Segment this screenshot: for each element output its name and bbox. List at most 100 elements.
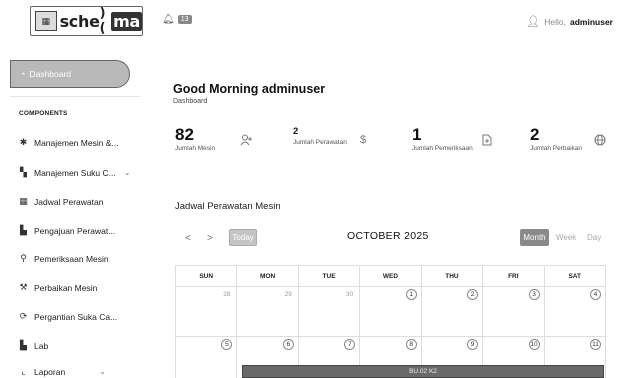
day-number: 3 <box>528 289 540 300</box>
chevron-down-icon[interactable]: ⌄ <box>124 168 131 177</box>
day-number: 1 <box>405 289 417 300</box>
weekday-label: MON <box>236 266 297 286</box>
calendar-month-title: OCTOBER 2025 <box>347 230 429 242</box>
chevron-down-icon[interactable]: ⌄ <box>99 367 106 376</box>
sidebar-item-label: Lab <box>34 340 49 351</box>
stat-value: 2 <box>293 126 299 137</box>
logo-wordmark: sche)(ma <box>59 6 142 36</box>
gear-icon: ✱ <box>19 137 28 147</box>
page-title: Good Morning adminuser <box>173 82 326 96</box>
calendar-day-cell[interactable]: 1 <box>359 287 420 336</box>
calendar-day-cell[interactable]: 5 <box>175 337 236 378</box>
sidebar-item-label: Pemeriksaan Mesin <box>34 253 109 264</box>
sidebar-item-label: Perbaikan Mesin <box>34 282 98 293</box>
stat-label: Jumlah Perawatan <box>293 139 347 146</box>
view-week-button[interactable]: Week <box>556 233 576 242</box>
wrench-icon: ⚒ <box>19 282 28 292</box>
stat-jumlah-pemeriksaan: 1 Jumlah Pemeriksaan <box>412 125 473 153</box>
sidebar-item-label: Manajemen Suku C... <box>34 167 116 178</box>
sidebar-item-pemeriksaan-mesin[interactable]: ⚲ Pemeriksaan Mesin <box>19 253 109 264</box>
stat-label: Jumlah Mesin <box>175 145 216 152</box>
sidebar-item-pengajuan-perawatan[interactable]: ▙ Pengajuan Perawat... <box>19 225 115 236</box>
day-number: 10 <box>528 339 540 350</box>
stat-value: 1 <box>412 125 422 144</box>
sidebar-item-label: Jadwal Perawatan <box>34 196 104 207</box>
stat-value: 82 <box>175 125 194 144</box>
day-number: 4 <box>589 289 601 300</box>
chevron-right-icon[interactable]: > <box>207 233 213 244</box>
app-logo[interactable]: ▦ sche)(ma <box>30 6 143 36</box>
sync-icon: ⟳ <box>19 311 28 321</box>
stat-label: Jumlah Perbaikan <box>530 145 583 152</box>
search-icon: ⚲ <box>20 253 27 263</box>
day-number: 9 <box>467 339 479 350</box>
sidebar-item-label: Dashboard <box>29 69 72 79</box>
sidebar-item-manajemen-mesin[interactable]: ✱ Manajemen Mesin &... <box>19 137 119 148</box>
day-number: 5 <box>221 339 233 350</box>
weekday-label: FRI <box>482 266 543 286</box>
sidebar-item-label: Pergantian Suka Ca... <box>34 311 118 322</box>
parts-icon: ▚ <box>20 167 27 177</box>
stat-jumlah-mesin: 82 Jumlah Mesin <box>175 125 216 153</box>
bell-icon[interactable]: 🔔︎ <box>162 14 175 25</box>
user-greeting: Hello, <box>544 16 566 27</box>
calendar-title: Jadwal Perawatan Mesin <box>175 201 281 212</box>
sidebar-item-lab[interactable]: ▙ Lab <box>19 340 48 351</box>
calendar-event[interactable]: BU.02 K2 <box>242 365 604 378</box>
sidebar-item-label: Laporan <box>34 366 66 377</box>
weekday-label: SAT <box>543 266 606 286</box>
calendar-weekday-header: SUN MON TUE WED THU FRI SAT <box>175 265 606 287</box>
calendar-grid: SUN MON TUE WED THU FRI SAT 28 29 30 1 2… <box>175 265 606 378</box>
user-menu[interactable]: 👤︎ Hello, adminuser <box>526 15 613 28</box>
calendar-day-cell[interactable]: 3 <box>482 287 543 336</box>
calendar-day-cell[interactable]: 2 <box>420 287 482 336</box>
stat-jumlah-perbaikan: 2 Jumlah Perbaikan <box>530 125 583 153</box>
sidebar-item-laporan[interactable]: ⌞ Laporan ⌄ <box>19 366 106 377</box>
notification-badge: 13 <box>177 15 192 24</box>
user-name: adminuser <box>570 16 613 27</box>
file-icon: ▙ <box>20 340 27 350</box>
day-number: 8 <box>405 339 417 350</box>
sidebar-item-dashboard[interactable]: ◔ Dashboard <box>10 60 130 88</box>
day-number: 11 <box>589 339 601 350</box>
day-number: 29 <box>284 291 292 298</box>
sidebar-divider <box>10 96 140 97</box>
sidebar-item-label: Pengajuan Perawat... <box>34 225 116 236</box>
calendar-week-row: 28 29 30 1 2 3 4 <box>175 287 606 337</box>
user-icon: 👤︎ <box>526 16 541 28</box>
calendar-day-cell[interactable]: 28 <box>175 287 236 336</box>
chevron-left-icon[interactable]: < <box>185 233 191 244</box>
sidebar-item-pergantian-suku-cadang[interactable]: ⟳ Pergantian Suka Ca... <box>19 311 117 322</box>
chart-icon: ⌞ <box>21 366 26 376</box>
sidebar-item-perbaikan-mesin[interactable]: ⚒ Perbaikan Mesin <box>19 282 97 293</box>
document-icon: ▙ <box>20 225 27 235</box>
weekday-label: THU <box>420 266 482 286</box>
sidebar-section-label: COMPONENTS <box>19 110 68 117</box>
user-add-icon <box>240 134 253 149</box>
weekday-label: SUN <box>175 266 236 286</box>
stat-label: Jumlah Pemeriksaan <box>412 145 473 152</box>
calendar-day-cell[interactable]: 4 <box>543 287 606 336</box>
sidebar-item-jadwal-perawatan[interactable]: ▦ Jadwal Perawatan <box>19 196 103 207</box>
document-add-icon <box>482 134 492 149</box>
breadcrumb: Dashboard <box>173 98 208 105</box>
globe-icon <box>594 134 606 149</box>
logo-chip-icon: ▦ <box>35 11 57 31</box>
stat-value: 2 <box>530 125 540 144</box>
notification-area[interactable]: 🔔︎ 13 <box>162 14 192 25</box>
today-button[interactable]: Today <box>229 229 257 246</box>
sidebar-item-manajemen-suku-cadang[interactable]: ▚ Manajemen Suku C... ⌄ <box>19 167 130 178</box>
day-number: 2 <box>467 289 479 300</box>
dollar-icon: $ <box>360 134 367 146</box>
view-day-button[interactable]: Day <box>587 233 601 242</box>
calendar-day-cell[interactable]: 30 <box>297 287 359 336</box>
weekday-label: WED <box>359 266 420 286</box>
day-number: 6 <box>282 339 294 350</box>
day-number: 7 <box>344 339 356 350</box>
dashboard-icon: ◔ <box>20 69 26 79</box>
day-number: 28 <box>223 291 231 298</box>
logo-text-right: ma <box>111 11 142 31</box>
view-month-button[interactable]: Month <box>520 229 549 246</box>
calendar-day-cell[interactable]: 29 <box>236 287 297 336</box>
calendar-icon: ▦ <box>19 196 28 206</box>
